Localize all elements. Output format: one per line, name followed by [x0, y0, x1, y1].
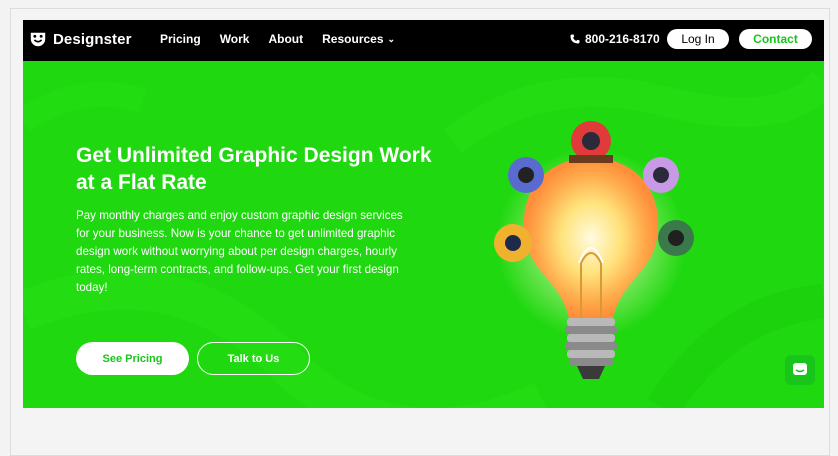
- main-menu: Pricing Work About Resources ⌄: [160, 32, 414, 46]
- hero-headline: Get Unlimited Graphic Design Work at a F…: [76, 144, 432, 194]
- website: Designster Pricing Work About Resources ⌄…: [23, 20, 824, 408]
- talk-to-us-button[interactable]: Talk to Us: [197, 342, 310, 375]
- contact-button[interactable]: Contact: [739, 29, 812, 49]
- phone-link[interactable]: 800-216-8170: [570, 32, 660, 46]
- top-navbar: Designster Pricing Work About Resources ⌄…: [23, 20, 824, 61]
- login-button[interactable]: Log In: [667, 29, 729, 49]
- person-top-right: [643, 157, 679, 193]
- hero-description: Pay monthly charges and enjoy custom gra…: [76, 209, 403, 294]
- nav-about-label: About: [268, 32, 304, 46]
- brand-logo[interactable]: Designster: [29, 30, 132, 48]
- brand-name: Designster: [53, 30, 132, 48]
- nav-pricing-label: Pricing: [160, 32, 201, 46]
- see-pricing-button[interactable]: See Pricing: [76, 342, 189, 375]
- logo-icon: [30, 32, 46, 47]
- nav-work-label: Work: [219, 32, 250, 46]
- phone-icon: [570, 34, 580, 44]
- phone-number: 800-216-8170: [585, 32, 660, 46]
- nav-pricing[interactable]: Pricing: [160, 32, 201, 46]
- chat-widget-button[interactable]: [785, 355, 815, 385]
- person-top: [569, 121, 613, 163]
- nav-resources[interactable]: Resources ⌄: [322, 32, 395, 46]
- lightbulb-team-illustration: [494, 121, 694, 379]
- person-right: [658, 220, 694, 256]
- nav-work[interactable]: Work: [220, 32, 250, 46]
- chevron-down-icon: ⌄: [387, 33, 396, 44]
- person-left: [494, 224, 532, 262]
- hero-section: Get Unlimited Graphic Design Work at a F…: [23, 61, 824, 408]
- chat-icon: [793, 363, 807, 375]
- person-top-left: [508, 157, 544, 193]
- nav-resources-label: Resources: [322, 32, 384, 46]
- nav-about[interactable]: About: [268, 32, 303, 46]
